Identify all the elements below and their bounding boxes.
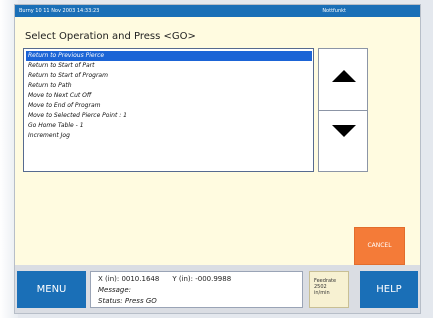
menu-button[interactable]: MENU xyxy=(17,271,86,308)
status-panel: X (in): 0010.1648 Y (in): -000.9988 Messa… xyxy=(90,271,303,308)
coordinate-readout: X (in): 0010.1648 Y (in): -000.9988 xyxy=(98,275,231,283)
list-item[interactable]: Move to Next Cut Off xyxy=(26,91,312,101)
bottom-toolbar: MENU X (in): 0010.1648 Y (in): -000.9988 … xyxy=(15,265,420,313)
scroll-up-icon[interactable] xyxy=(332,70,356,82)
y-coordinate: Y (in): -000.9988 xyxy=(172,275,232,283)
page-title: Select Operation and Press <GO> xyxy=(25,31,196,42)
status-text: Status: Press GO xyxy=(98,297,157,305)
operation-list[interactable]: Return to Previous Pierce Return to Star… xyxy=(23,48,314,172)
list-item[interactable]: Move to End of Program xyxy=(26,101,312,111)
list-item[interactable]: Return to Path xyxy=(26,81,312,91)
title-left: Burny 10 11 Nov 2003 14:33:23 xyxy=(19,8,100,14)
message-label: Message: xyxy=(98,286,132,294)
main-panel: Select Operation and Press <GO> Return t… xyxy=(15,17,420,265)
feedrate-unit: in/min xyxy=(314,290,330,296)
list-item[interactable]: Return to Start of Part xyxy=(26,61,312,71)
help-button[interactable]: HELP xyxy=(360,271,418,308)
title-bar: Burny 10 11 Nov 2003 14:33:23 Nottfunkt xyxy=(15,5,420,17)
list-item[interactable]: Return to Start of Program xyxy=(26,71,312,81)
scroll-down-icon[interactable] xyxy=(332,125,356,137)
x-coordinate: X (in): 0010.1648 xyxy=(98,275,160,283)
title-right: Nottfunkt xyxy=(322,8,346,14)
list-item[interactable]: Move to Selected Pierce Point : 1 xyxy=(26,111,312,121)
feedrate-panel: Feedrate 2502 in/min xyxy=(309,271,349,308)
app-window: Burny 10 11 Nov 2003 14:33:23 Nottfunkt … xyxy=(14,4,421,314)
list-item[interactable]: Increment Jog xyxy=(26,131,312,141)
scroll-buttons xyxy=(318,48,368,172)
list-item[interactable]: Return to Previous Pierce xyxy=(26,51,312,61)
cancel-button[interactable]: CANCEL xyxy=(354,227,405,265)
divider xyxy=(319,110,367,111)
list-item[interactable]: Go Home Table - 1 xyxy=(26,121,312,131)
